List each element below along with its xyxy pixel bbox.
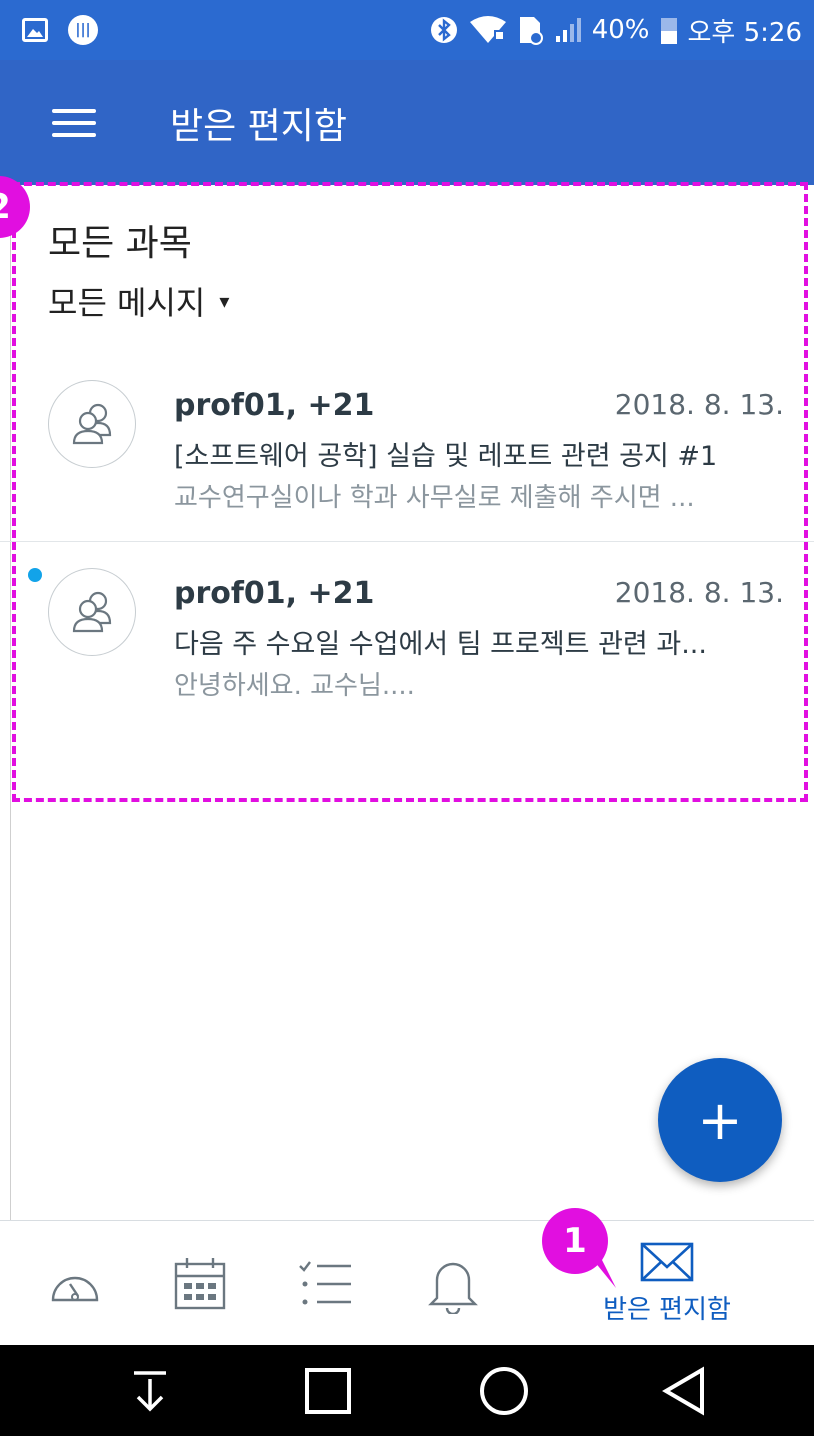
nav-dashboard[interactable]	[40, 1221, 110, 1346]
circle-home-icon	[480, 1366, 528, 1415]
home-button[interactable]	[474, 1345, 534, 1436]
nav-calendar[interactable]	[162, 1221, 238, 1346]
left-edge-line	[10, 185, 11, 1345]
calendar-icon	[174, 1257, 226, 1309]
nav-inbox-label: 받은 편지함	[603, 1295, 731, 1325]
audio-app-notification-icon: |||	[68, 15, 98, 45]
annotation-highlight-box	[12, 182, 808, 802]
dashboard-gauge-icon	[51, 1276, 99, 1301]
plus-icon: +	[697, 1088, 743, 1152]
wifi-icon	[469, 16, 506, 43]
notification-pull-button[interactable]	[120, 1345, 180, 1436]
compose-message-button[interactable]: +	[658, 1058, 782, 1182]
no-sim-icon	[519, 17, 543, 45]
gallery-notification-icon	[22, 18, 48, 42]
inbox-envelope-icon	[640, 1242, 694, 1282]
menu-icon[interactable]	[52, 108, 96, 137]
notification-bell-icon	[428, 1262, 478, 1314]
recents-button[interactable]	[298, 1345, 358, 1436]
bluetooth-icon	[430, 17, 457, 43]
triangle-back-icon	[662, 1366, 704, 1415]
page-title: 받은 편지함	[170, 105, 348, 147]
status-bar: ||| 40% 오후 5:26	[0, 0, 814, 60]
signal-icon	[555, 18, 581, 42]
app-bar: 받은 편지함	[0, 60, 814, 185]
system-navigation-bar	[0, 1345, 814, 1436]
battery-icon	[660, 18, 677, 44]
nav-notifications[interactable]	[418, 1221, 488, 1346]
todo-list-icon	[299, 1260, 351, 1304]
battery-percent: 40%	[591, 15, 650, 45]
nav-todo[interactable]	[292, 1221, 358, 1346]
pull-down-arrow-icon	[134, 1370, 166, 1411]
bottom-navigation: 받은 편지함	[0, 1220, 814, 1346]
square-recents-icon	[305, 1367, 351, 1414]
annotation-pointer	[590, 1256, 616, 1288]
back-button[interactable]	[654, 1345, 714, 1436]
clock: 오후 5:26	[687, 17, 803, 48]
